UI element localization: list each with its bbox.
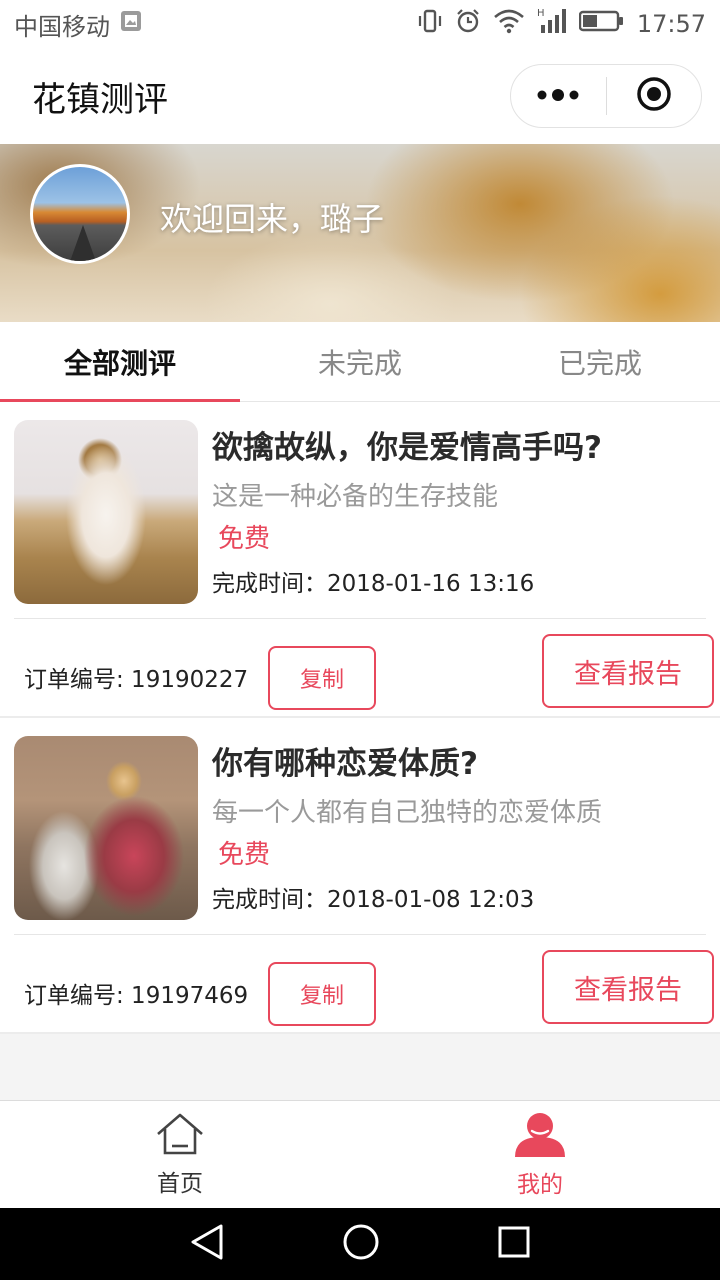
assessment-card: 你有哪种恋爱体质? 每一个人都有自己独特的恋爱体质 免费 完成时间：2018-0…	[0, 718, 720, 1034]
card-completion-time: 完成时间：2018-01-08 12:03	[212, 887, 535, 913]
status-left: 中国移动	[14, 7, 142, 42]
more-menu-button[interactable]	[511, 65, 606, 127]
android-navigation-bar	[0, 1208, 720, 1280]
order-number: 订单编号: 19197469	[24, 983, 249, 1009]
filter-tabs: 全部测评 未完成 已完成	[0, 322, 720, 402]
home-icon	[155, 1112, 205, 1160]
user-icon	[513, 1111, 567, 1161]
page-title: 花镇测评	[32, 79, 168, 120]
carrier-name: 中国移动	[14, 12, 110, 41]
card-price: 免费	[218, 840, 271, 870]
avatar[interactable]	[30, 164, 130, 264]
tab-all[interactable]: 全部测评	[0, 322, 240, 402]
card-thumbnail	[14, 736, 198, 920]
tab-unfinished[interactable]: 未完成	[240, 322, 480, 401]
home-circle-icon[interactable]	[342, 1223, 380, 1265]
avatar-road-shape	[68, 225, 98, 261]
bottom-tab-bar: 首页 我的	[0, 1100, 720, 1208]
card-content[interactable]: 你有哪种恋爱体质? 每一个人都有自己独特的恋爱体质 免费 完成时间：2018-0…	[0, 718, 720, 934]
tabbar-item-home[interactable]: 首页	[0, 1101, 360, 1208]
card-subtitle: 每一个人都有自己独特的恋爱体质	[212, 798, 603, 828]
status-bar: 中国移动 H 17:57	[0, 0, 720, 48]
card-thumbnail	[14, 420, 198, 604]
close-target-icon	[635, 75, 673, 117]
card-completion-time: 完成时间：2018-01-16 13:16	[212, 571, 535, 597]
copy-button[interactable]: 复制	[268, 646, 376, 710]
more-dots-icon	[536, 87, 580, 106]
copy-button[interactable]: 复制	[268, 962, 376, 1026]
image-notification-icon	[120, 10, 142, 38]
order-number: 订单编号: 19190227	[24, 667, 249, 693]
welcome-text: 欢迎回来，璐子	[160, 200, 385, 238]
card-price: 免费	[218, 524, 271, 554]
battery-icon	[578, 9, 625, 39]
recents-square-icon[interactable]	[497, 1225, 531, 1263]
tab-finished[interactable]: 已完成	[480, 322, 720, 401]
tabbar-label-home: 首页	[157, 1170, 203, 1197]
close-program-button[interactable]	[607, 65, 702, 127]
back-triangle-icon[interactable]	[189, 1223, 225, 1265]
profile-banner: 欢迎回来，璐子	[0, 144, 720, 322]
card-title: 你有哪种恋爱体质?	[212, 746, 478, 782]
mini-program-capsule	[510, 64, 702, 128]
tabbar-item-mine[interactable]: 我的	[360, 1101, 720, 1208]
assessment-card: 欲擒故纵，你是爱情高手吗? 这是一种必备的生存技能 免费 完成时间：2018-0…	[0, 402, 720, 718]
card-title: 欲擒故纵，你是爱情高手吗?	[212, 430, 602, 466]
card-divider	[14, 934, 706, 935]
navigation-bar: 花镇测评	[0, 48, 720, 144]
svg-text:H: H	[537, 8, 545, 19]
signal-icon: H	[537, 7, 567, 41]
card-divider	[14, 618, 706, 619]
clock-time: 17:57	[636, 10, 706, 38]
card-separator	[0, 1032, 720, 1034]
status-right: H 17:57	[417, 7, 706, 41]
wifi-icon	[493, 8, 525, 40]
view-report-button[interactable]: 查看报告	[542, 634, 714, 708]
view-report-button[interactable]: 查看报告	[542, 950, 714, 1024]
card-content[interactable]: 欲擒故纵，你是爱情高手吗? 这是一种必备的生存技能 免费 完成时间：2018-0…	[0, 402, 720, 618]
card-subtitle: 这是一种必备的生存技能	[212, 482, 499, 512]
vibrate-icon	[417, 8, 443, 40]
alarm-icon	[455, 8, 481, 40]
tabbar-label-mine: 我的	[517, 1171, 563, 1198]
